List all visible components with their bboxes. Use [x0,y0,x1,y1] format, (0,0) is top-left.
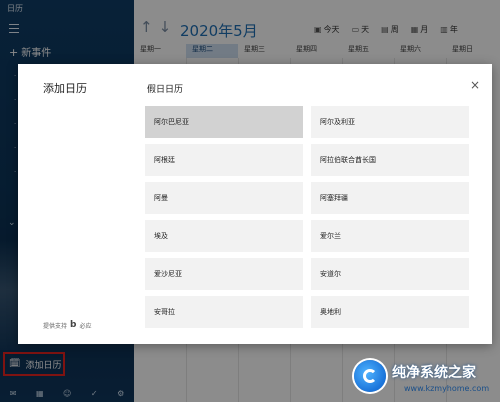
add-calendar-dialog: 添加日历 假日日历 × 阿尔巴尼亚 阿尔及利亚 阿根廷 阿拉伯联合酋长国 阿曼 … [18,64,492,344]
holiday-item[interactable]: 安哥拉 [145,296,303,328]
bing-logo-icon: b [70,320,77,330]
powered-by-label: 提供支持 [43,322,68,330]
dialog-title: 添加日历 [43,82,87,95]
holiday-item[interactable]: 安道尔 [311,258,469,290]
watermark-logo-icon [354,360,386,392]
holiday-item[interactable]: 阿尔及利亚 [311,106,469,138]
calendar-app: 日历 + 新事件 · · · · · ⌄ 🗓 添加日历 ✉ ▦ ☺ ✓ ⚙ ↑↓ … [0,0,500,402]
watermark-url: www.kzmyhome.com [404,384,490,393]
powered-by: 提供支持 b 必应 [43,320,91,330]
holiday-item[interactable]: 阿根廷 [145,144,303,176]
holiday-item[interactable]: 阿塞拜疆 [311,182,469,214]
watermark-title: 纯净系统之家 [392,365,476,381]
site-watermark: 纯净系统之家 www.kzmyhome.com [352,358,500,402]
holiday-calendar-heading: 假日日历 [147,85,184,95]
holiday-item[interactable]: 阿尔巴尼亚 [145,106,303,138]
holiday-item[interactable]: 阿拉伯联合酋长国 [311,144,469,176]
holiday-item[interactable]: 奥地利 [311,296,469,328]
close-icon[interactable]: × [470,78,480,92]
powered-by-brand: 必应 [79,322,92,330]
holiday-item[interactable]: 阿曼 [145,182,303,214]
holiday-item[interactable]: 爱沙尼亚 [145,258,303,290]
holiday-list: 阿尔巴尼亚 阿尔及利亚 阿根廷 阿拉伯联合酋长国 阿曼 阿塞拜疆 埃及 爱尔兰 … [145,106,469,344]
holiday-item[interactable]: 埃及 [145,220,303,252]
holiday-item[interactable]: 爱尔兰 [311,220,469,252]
